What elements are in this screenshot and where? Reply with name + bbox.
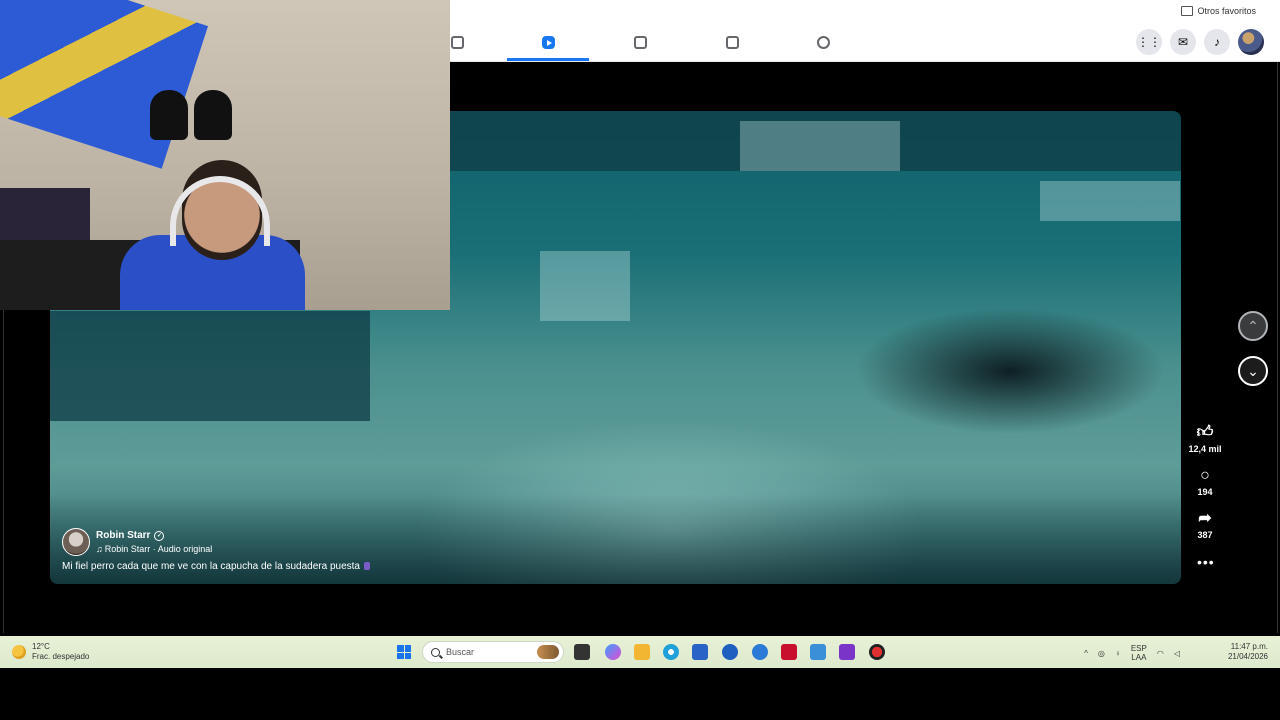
groups-icon: [816, 36, 830, 49]
comment-count: 194: [1197, 487, 1213, 497]
menu-grid-button[interactable]: ⋮⋮: [1136, 29, 1162, 55]
weather-text: 12°C Frac. despejado: [32, 642, 89, 662]
task-view-icon[interactable]: [574, 644, 590, 660]
more-options-button[interactable]: •••: [1197, 554, 1215, 570]
keyboard-layout: LAA: [1131, 653, 1147, 662]
comment-icon: ○: [1200, 467, 1210, 484]
reel-author-block: Robin Starr ✓ ♫ Robin Starr · Audio orig…: [62, 528, 212, 556]
windows-taskbar: 12°C Frac. despejado Buscar ^ ◎ ♀ ESP LA: [0, 636, 1280, 668]
home-icon: [450, 36, 464, 49]
file-explorer-icon[interactable]: [634, 644, 650, 660]
edge-icon[interactable]: [663, 644, 679, 660]
video-scene-window: [740, 121, 900, 171]
update-icon[interactable]: [752, 644, 768, 660]
clipchamp-icon[interactable]: [839, 644, 855, 660]
network-status-icon[interactable]: ◎: [1098, 649, 1105, 658]
menu-grid-icon: ⋮⋮: [1137, 35, 1161, 49]
store-icon[interactable]: [692, 644, 708, 660]
tab-feeds[interactable]: [599, 24, 681, 61]
search-highlight-icon: [537, 645, 559, 659]
bell-icon: ♪: [1214, 35, 1220, 49]
chevron-up-icon[interactable]: ^: [1084, 649, 1088, 658]
obs-icon[interactable]: [869, 644, 885, 660]
weather-temperature: 12°C: [32, 642, 50, 651]
start-button[interactable]: [397, 645, 411, 659]
reel-caption: Mi fiel perro cada que me ve con la capu…: [62, 561, 370, 572]
reels-icon: [541, 36, 555, 49]
audio-line[interactable]: ♫ Robin Starr · Audio original: [96, 544, 212, 554]
next-reel-button[interactable]: ⌄: [1238, 356, 1268, 386]
author-name-row[interactable]: Robin Starr ✓: [96, 530, 212, 541]
comment-button[interactable]: ○ 194: [1188, 467, 1222, 497]
microphone-icon[interactable]: ♀: [1115, 649, 1121, 658]
messenger-button[interactable]: ✉: [1170, 29, 1196, 55]
weather-description: Frac. despejado: [32, 652, 90, 661]
language-indicator[interactable]: ESP LAA: [1131, 644, 1147, 662]
screen: Otros favoritos ⋮⋮ ✉ ♪ Robin Starr ✓ ♫ R…: [0, 0, 1280, 720]
clock[interactable]: 11:47 p.m. 21/04/2026: [1228, 642, 1268, 662]
volume-icon[interactable]: ◁: [1174, 649, 1180, 658]
chevron-up-icon: ⌃: [1247, 317, 1259, 334]
tab-groups[interactable]: [782, 24, 864, 61]
share-count: 387: [1197, 530, 1213, 540]
other-favorites-link[interactable]: Otros favoritos: [1181, 6, 1256, 16]
tab-marketplace[interactable]: [691, 24, 773, 61]
messenger-icon: ✉: [1177, 35, 1189, 49]
video-scene-counter: [50, 311, 370, 421]
copilot-icon[interactable]: [605, 644, 621, 660]
taskbar-search[interactable]: Buscar: [422, 641, 564, 663]
chevron-down-icon: ⌄: [1247, 362, 1259, 379]
weather-widget[interactable]: 12°C Frac. despejado: [12, 642, 89, 662]
music-note-icon: ♫: [96, 544, 103, 554]
audio-label: Robin Starr · Audio original: [104, 544, 213, 554]
verified-icon: ✓: [154, 530, 165, 541]
clock-date: 21/04/2026: [1227, 652, 1268, 661]
previous-reel-button[interactable]: ⌃: [1238, 311, 1268, 341]
notifications-button[interactable]: ♪: [1204, 29, 1230, 55]
hp-icon[interactable]: [722, 644, 738, 660]
author-avatar[interactable]: [62, 528, 90, 556]
video-scene-window: [1040, 181, 1180, 221]
wifi-icon[interactable]: ◠: [1157, 649, 1164, 658]
like-button[interactable]: 👍︎ 12,4 mil: [1188, 424, 1222, 454]
video-scene-box: [540, 251, 630, 321]
caption-emoji: [363, 562, 370, 571]
search-placeholder: Buscar: [446, 647, 475, 657]
search-icon: [431, 647, 440, 657]
more-dots-icon: •••: [1197, 554, 1215, 570]
marketplace-icon: [725, 36, 739, 49]
share-icon: ➦: [1198, 510, 1212, 527]
profile-avatar[interactable]: [1238, 29, 1264, 55]
system-tray: ^ ◎ ♀ ESP LAA ◠ ◁: [1084, 644, 1180, 662]
author-name[interactable]: Robin Starr: [96, 530, 150, 541]
feeds-icon: [633, 36, 647, 49]
tab-reels[interactable]: [507, 24, 589, 61]
thumbs-up-icon: 👍︎: [1196, 424, 1214, 441]
nav-right-actions: ⋮⋮ ✉ ♪: [1136, 29, 1264, 55]
helmet: [150, 90, 188, 140]
clock-time: 11:47 p.m.: [1230, 642, 1268, 651]
wall-poster: [0, 188, 90, 248]
helmet: [194, 90, 232, 140]
like-count: 12,4 mil: [1188, 444, 1222, 454]
mcafee-icon[interactable]: [781, 644, 797, 660]
mail-icon[interactable]: [810, 644, 826, 660]
language-code: ESP: [1130, 644, 1147, 653]
other-favorites-label: Otros favoritos: [1197, 6, 1256, 16]
caption-text: Mi fiel perro cada que me ve con la capu…: [62, 561, 360, 572]
share-button[interactable]: ➦ 387: [1188, 510, 1222, 540]
webcam-overlay: [0, 0, 450, 310]
folder-icon: [1181, 6, 1194, 16]
weather-sun-icon: [12, 645, 26, 659]
